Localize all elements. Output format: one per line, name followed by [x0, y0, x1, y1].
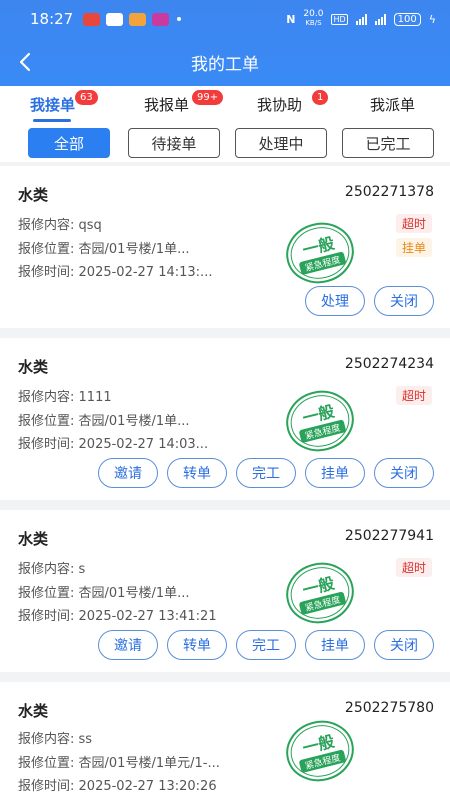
- order-card[interactable]: 水类 2502275780 报修内容: ss 报修位置: 杏园/01号楼/1单元…: [0, 682, 450, 800]
- overdue-tag: 超时: [395, 558, 432, 577]
- overdue-tag: 超时: [395, 214, 432, 233]
- tab-my-reported[interactable]: 我报单: [144, 94, 189, 115]
- more-notifications-icon: [177, 17, 182, 21]
- order-content: 报修内容: s: [18, 562, 86, 577]
- order-content: 报修内容: 1111: [18, 390, 112, 405]
- status-bar: 18:27 N 20.0 KB/S HD 100 ϟ: [0, 0, 450, 38]
- tab-my-dispatched[interactable]: 我派单: [370, 94, 415, 115]
- order-location: 报修位置: 杏园/01号楼/1单...: [18, 242, 190, 257]
- page-title: 我的工单: [191, 54, 259, 75]
- order-number: 2502277941: [344, 528, 434, 544]
- pending-tag: 挂单: [395, 238, 432, 257]
- filter-processing[interactable]: 处理中: [235, 128, 327, 158]
- order-content: 报修内容: ss: [18, 732, 93, 747]
- order-category: 水类: [18, 358, 49, 376]
- status-time: 18:27: [30, 10, 74, 28]
- complete-button[interactable]: 完工: [236, 630, 296, 660]
- nav-bar: 我的工单: [0, 38, 450, 86]
- order-location: 报修位置: 杏园/01号楼/1单...: [18, 586, 190, 601]
- back-icon[interactable]: [14, 48, 38, 76]
- complete-button[interactable]: 完工: [236, 458, 296, 488]
- tab-badge: 63: [75, 90, 98, 105]
- order-number: 2502275780: [344, 700, 434, 716]
- order-category: 水类: [18, 186, 49, 204]
- order-number: 2502274234: [344, 356, 434, 372]
- status-right: N 20.0 KB/S HD 100 ϟ: [286, 10, 436, 28]
- close-button[interactable]: 关闭: [374, 286, 434, 316]
- order-content: 报修内容: qsq: [18, 218, 102, 233]
- charging-icon: ϟ: [428, 12, 436, 26]
- process-button[interactable]: 处理: [305, 286, 365, 316]
- hd-icon: HD: [331, 13, 348, 25]
- order-time: 报修时间: 2025-02-27 14:03...: [18, 437, 209, 452]
- invite-button[interactable]: 邀请: [98, 458, 158, 488]
- hold-button[interactable]: 挂单: [305, 630, 365, 660]
- tab-bar: 我接单 63 我报单 99+ 我协助 1 我派单: [0, 86, 450, 124]
- hold-button[interactable]: 挂单: [305, 458, 365, 488]
- app-notification-icon: [83, 12, 101, 26]
- app-notification-icon: [152, 12, 170, 26]
- status-filter-bar: 全部 待接单 处理中 已完工: [0, 124, 450, 162]
- signal-icon: [355, 13, 367, 25]
- order-card[interactable]: 水类 2502277941 报修内容: s 报修位置: 杏园/01号楼/1单..…: [0, 510, 450, 672]
- signal-icon: [374, 13, 386, 25]
- invite-button[interactable]: 邀请: [98, 630, 158, 660]
- tab-badge: 1: [312, 90, 329, 105]
- order-time: 报修时间: 2025-02-27 13:20:26: [18, 779, 217, 794]
- order-number: 2502271378: [344, 184, 434, 200]
- app-header: 18:27 N 20.0 KB/S HD 100 ϟ 我的工单: [0, 0, 450, 86]
- order-time: 报修时间: 2025-02-27 14:13:...: [18, 265, 213, 280]
- close-button[interactable]: 关闭: [374, 458, 434, 488]
- tab-my-assist[interactable]: 我协助: [257, 94, 302, 115]
- order-category: 水类: [18, 702, 49, 720]
- filter-completed[interactable]: 已完工: [342, 128, 434, 158]
- tab-badge: 99+: [192, 90, 224, 105]
- urgency-stamp-icon: 一般 紧急程度: [284, 220, 356, 286]
- transfer-button[interactable]: 转单: [167, 458, 227, 488]
- close-button[interactable]: 关闭: [374, 630, 434, 660]
- wechat-icon: [106, 12, 124, 26]
- order-time: 报修时间: 2025-02-27 13:41:21: [18, 609, 217, 624]
- filter-all[interactable]: 全部: [28, 128, 110, 158]
- order-location: 报修位置: 杏园/01号楼/1单元/1-...: [18, 756, 220, 771]
- order-card[interactable]: 水类 2502271378 报修内容: qsq 报修位置: 杏园/01号楼/1单…: [0, 166, 450, 328]
- weibo-icon: [129, 12, 147, 26]
- net-speed: 20.0 KB/S: [303, 9, 324, 28]
- overdue-tag: 超时: [395, 386, 432, 405]
- active-tab-indicator: [33, 119, 71, 122]
- filter-pending[interactable]: 待接单: [128, 128, 220, 158]
- urgency-stamp-icon: 一般 紧急程度: [284, 718, 356, 784]
- urgency-stamp-icon: 一般 紧急程度: [284, 388, 356, 454]
- tab-my-accepted[interactable]: 我接单: [30, 94, 75, 115]
- order-location: 报修位置: 杏园/01号楼/1单...: [18, 414, 190, 429]
- battery-icon: 100: [393, 12, 421, 26]
- order-card[interactable]: 水类 2502274234 报修内容: 1111 报修位置: 杏园/01号楼/1…: [0, 338, 450, 500]
- urgency-stamp-icon: 一般 紧急程度: [284, 560, 356, 626]
- transfer-button[interactable]: 转单: [167, 630, 227, 660]
- nfc-icon: N: [286, 12, 296, 26]
- order-category: 水类: [18, 530, 49, 548]
